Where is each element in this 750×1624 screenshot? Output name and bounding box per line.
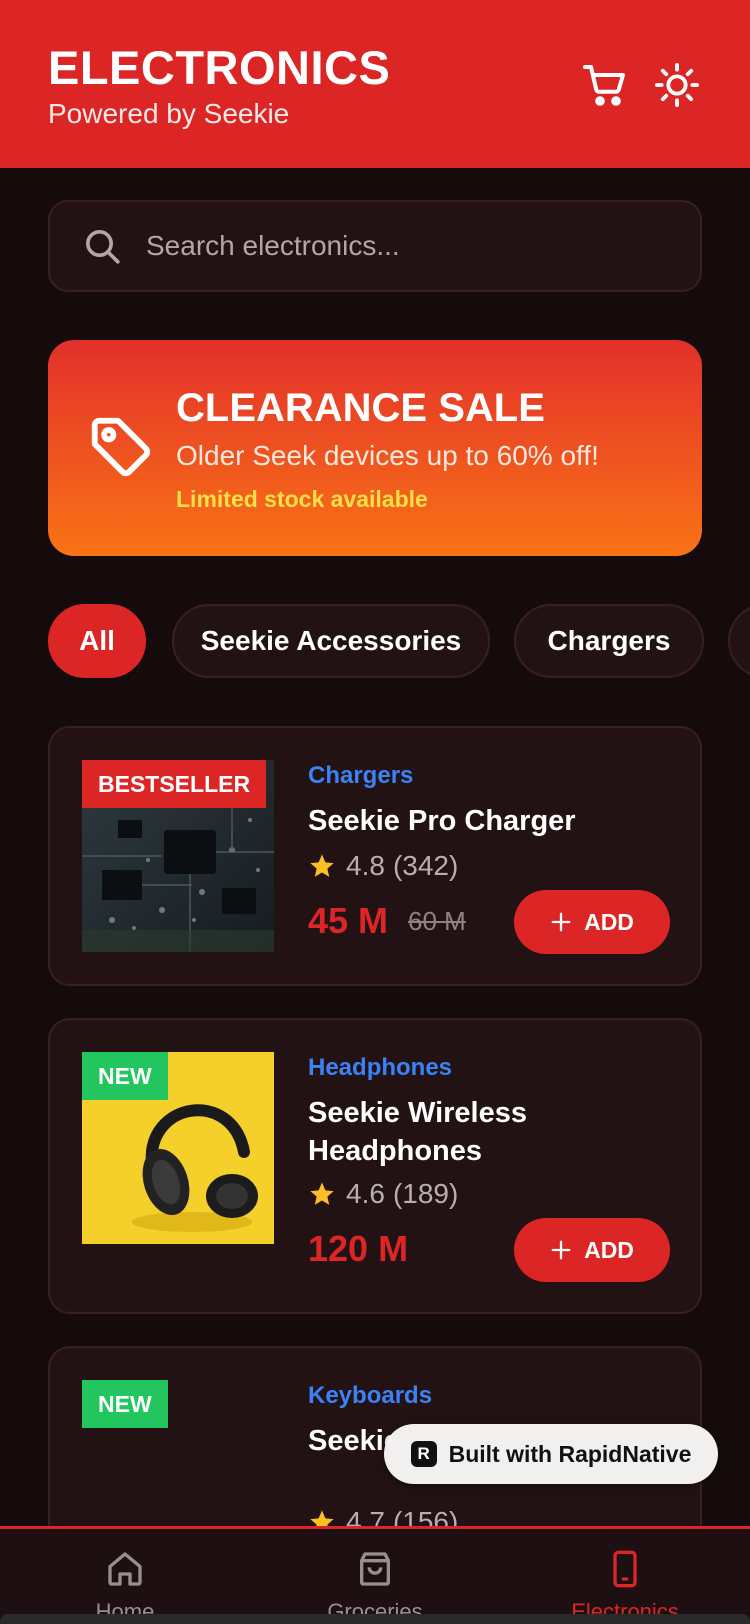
search-icon (86, 230, 120, 264)
product-rating: 4.6 (189) (308, 1178, 458, 1210)
rating-value: 4.6 (346, 1178, 385, 1209)
app-header: ELECTRONICS Powered by Seekie (0, 0, 750, 168)
theme-toggle-button[interactable] (648, 56, 706, 114)
tab-electronics[interactable]: Electronics (500, 1529, 750, 1624)
product-category: Chargers (308, 762, 414, 789)
chip-more[interactable] (728, 604, 750, 678)
cart-button[interactable] (576, 56, 634, 114)
clearance-banner[interactable]: CLEARANCE SALE Older Seek devices up to … (48, 340, 702, 556)
plus-icon (551, 1240, 571, 1260)
chip-chargers[interactable]: Chargers (514, 604, 704, 678)
built-with-badge[interactable]: R Built with RapidNative (384, 1424, 718, 1484)
plus-icon (551, 912, 571, 932)
add-button-label: ADD (584, 1236, 634, 1263)
sun-icon (654, 62, 700, 108)
product-badge: NEW (82, 1380, 168, 1428)
phone-icon (613, 1550, 637, 1588)
rapidnative-logo-icon: R (410, 1441, 437, 1467)
tab-home[interactable]: Home (0, 1529, 250, 1624)
page-subtitle: Powered by Seekie (48, 98, 290, 129)
tab-groceries[interactable]: Groceries (250, 1529, 500, 1624)
product-card[interactable]: NEW Headphones Seekie Wireless Headphone… (48, 1018, 702, 1314)
chip-seekie-accessories[interactable]: Seekie Accessories (172, 604, 490, 678)
home-icon (108, 1552, 142, 1586)
product-image: NEW (82, 1052, 274, 1244)
built-with-label: Built with RapidNative (448, 1440, 692, 1467)
banner-note: Limited stock available (176, 486, 428, 512)
star-icon (310, 854, 334, 877)
tag-icon (91, 417, 151, 477)
product-rating: 4.8 (342) (308, 850, 458, 882)
product-name: Seekie Pro Charger (308, 805, 576, 837)
banner-subtitle: Older Seek devices up to 60% off! (176, 440, 599, 471)
product-price: 120 M (308, 1228, 409, 1269)
search-input[interactable] (146, 222, 666, 270)
rating-value: 4.8 (346, 850, 385, 881)
product-category: Headphones (308, 1054, 453, 1081)
product-category: Keyboards (308, 1382, 433, 1409)
shopping-bag-icon (360, 1552, 390, 1586)
banner-title: CLEARANCE SALE (176, 386, 545, 430)
search-bar[interactable] (48, 200, 702, 292)
product-price: 45 M (308, 900, 389, 941)
product-badge: NEW (82, 1052, 168, 1100)
cart-icon (583, 65, 625, 106)
add-to-cart-button[interactable]: ADD (514, 1218, 670, 1282)
product-old-price: 60 M (408, 906, 466, 936)
product-card[interactable]: BESTSELLER Chargers Seekie Pro Charger 4… (48, 726, 702, 986)
add-to-cart-button[interactable]: ADD (514, 890, 670, 954)
review-count: (189) (392, 1178, 459, 1209)
page-title: ELECTRONICS (48, 41, 391, 94)
category-filter: All Seekie Accessories Chargers (48, 604, 750, 680)
add-button-label: ADD (584, 908, 634, 935)
star-icon (310, 1182, 334, 1205)
chip-all[interactable]: All (48, 604, 146, 678)
product-badge: BESTSELLER (82, 760, 267, 808)
review-count: (342) (392, 850, 459, 881)
home-indicator (0, 1614, 750, 1624)
product-name: Seekie Wireless Headphones (308, 1097, 528, 1167)
product-image: BESTSELLER (82, 760, 274, 952)
bottom-tab-bar: Home Groceries Electronics (0, 1526, 750, 1624)
